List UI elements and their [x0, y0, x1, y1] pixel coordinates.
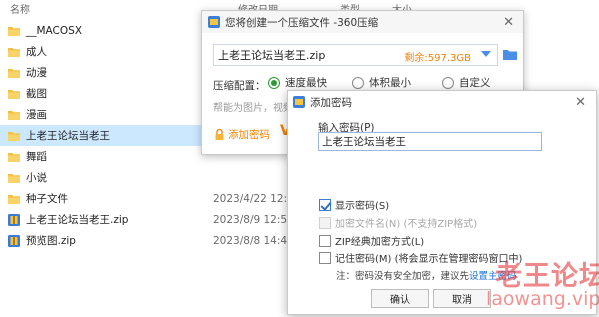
- add-password-label: 添加密码: [228, 129, 270, 141]
- password-dialog-title: 添加密码: [310, 96, 352, 109]
- file-name: 上老王论坛当老王: [26, 130, 110, 142]
- file-name: __MACOSX: [26, 24, 83, 37]
- checkbox-box: [319, 251, 331, 264]
- file-name: 上老王论坛当老王.zip: [26, 214, 129, 226]
- file-row[interactable]: 截图: [0, 83, 205, 104]
- compress-dialog-titlebar[interactable]: 您将创建一个压缩文件 -360压缩 ✕: [202, 11, 523, 33]
- encrypt-filenames-checkbox: 加密文件名(N) (不支持ZIP格式): [319, 215, 477, 230]
- watermark-url: laowang.vip: [486, 288, 599, 310]
- folder-icon: [8, 109, 20, 121]
- file-row[interactable]: 上老王论坛当老王.zip 2023/8/9 12:55: [0, 209, 294, 230]
- checkbox-label: 显示密码(S): [335, 201, 390, 212]
- checkbox-label: 加密文件名(N) (不支持ZIP格式): [335, 219, 478, 230]
- option-fastest-radio[interactable]: 速度最快: [268, 75, 327, 90]
- column-header-name[interactable]: 名称: [10, 1, 30, 16]
- radio-dot: [268, 76, 280, 89]
- password-app-icon: [293, 96, 305, 108]
- file-name: 舞蹈: [26, 151, 47, 163]
- file-name: 动漫: [26, 67, 47, 79]
- radio-dot: [352, 76, 364, 89]
- file-list: __MACOSX 成人动漫截图漫画上老王论坛当老王 舞蹈小说种子文件 2023/4/2…: [0, 20, 300, 251]
- file-row[interactable]: 动漫: [0, 62, 205, 83]
- browse-folder-icon[interactable]: [503, 48, 517, 60]
- remember-password-checkbox[interactable]: 记住密码(M) (将会显示在管理密码窗口中): [319, 250, 522, 265]
- compress-dialog-title: 您将创建一个压缩文件 -360压缩: [225, 16, 379, 29]
- cancel-button[interactable]: 取消: [433, 289, 491, 308]
- zip-file-icon: [8, 213, 20, 226]
- folder-icon: [8, 193, 20, 205]
- file-name: 小说: [26, 172, 47, 184]
- folder-icon: [8, 151, 20, 163]
- file-name: 成人: [26, 46, 47, 58]
- password-input[interactable]: 上老王论坛当老王: [318, 132, 542, 151]
- file-modified-date: 2023/8/9 12:55: [213, 213, 294, 226]
- folder-icon: [8, 46, 20, 58]
- option-label: 体积最小: [369, 77, 411, 89]
- file-row[interactable]: 舞蹈: [0, 146, 205, 167]
- folder-icon: [8, 172, 20, 184]
- checkbox-box: [319, 234, 331, 247]
- file-name: 漫画: [26, 109, 47, 121]
- compress-config-label: 压缩配置：: [213, 80, 266, 92]
- file-row[interactable]: 预览图.zip 2023/8/8 14:40: [0, 230, 294, 251]
- close-icon[interactable]: ✕: [503, 15, 514, 30]
- chevron-down-icon[interactable]: [481, 51, 491, 57]
- checkbox-box: [319, 216, 331, 229]
- folder-icon: [8, 88, 20, 100]
- archive-path-field[interactable]: 上老王论坛当老王.zip 剩余:597.3GB: [213, 44, 498, 66]
- security-note: 注：密码没有安全加密，建议先设置主密码: [336, 268, 517, 282]
- archive-filename: 上老王论坛当老王.zip: [218, 49, 326, 62]
- option-label: 自定义: [459, 77, 491, 89]
- option-label: 速度最快: [285, 77, 327, 89]
- radio-dot: [442, 76, 454, 89]
- file-row[interactable]: __MACOSX: [0, 20, 205, 41]
- file-modified-date: 2023/8/8 14:40: [213, 234, 294, 247]
- confirm-button[interactable]: 确认: [371, 289, 429, 308]
- show-password-checkbox[interactable]: 显示密码(S): [319, 197, 389, 212]
- zip-classic-encryption-checkbox[interactable]: ZIP经典加密方式(L): [319, 233, 424, 248]
- folder-icon: [8, 25, 20, 37]
- checkbox-label: ZIP经典加密方式(L): [335, 237, 425, 248]
- folder-icon: [8, 67, 20, 79]
- option-custom-radio[interactable]: 自定义: [442, 75, 491, 90]
- folder-icon: [8, 130, 20, 142]
- file-row[interactable]: 漫画: [0, 104, 205, 125]
- file-row[interactable]: 成人: [0, 41, 205, 62]
- lock-icon: [215, 129, 224, 140]
- compress-app-icon: [208, 16, 220, 28]
- remaining-space: 剩余:597.3GB: [404, 53, 471, 64]
- close-icon[interactable]: ✕: [575, 95, 586, 110]
- file-row[interactable]: 上老王论坛当老王: [0, 125, 205, 146]
- file-row[interactable]: 小说: [0, 167, 205, 188]
- zip-file-icon: [8, 234, 20, 247]
- file-name: 预览图.zip: [26, 235, 76, 247]
- option-smallest-radio[interactable]: 体积最小: [352, 75, 411, 90]
- password-dialog-titlebar[interactable]: 添加密码 ✕: [288, 91, 596, 113]
- checkbox-box: [319, 198, 331, 211]
- file-name: 截图: [26, 88, 47, 100]
- security-note-text: 注：密码没有安全加密，建议先: [336, 271, 470, 282]
- file-name: 种子文件: [26, 193, 68, 205]
- file-row[interactable]: 种子文件 2023/4/22 12:59: [0, 188, 300, 209]
- add-password-link[interactable]: 添加密码: [214, 127, 270, 142]
